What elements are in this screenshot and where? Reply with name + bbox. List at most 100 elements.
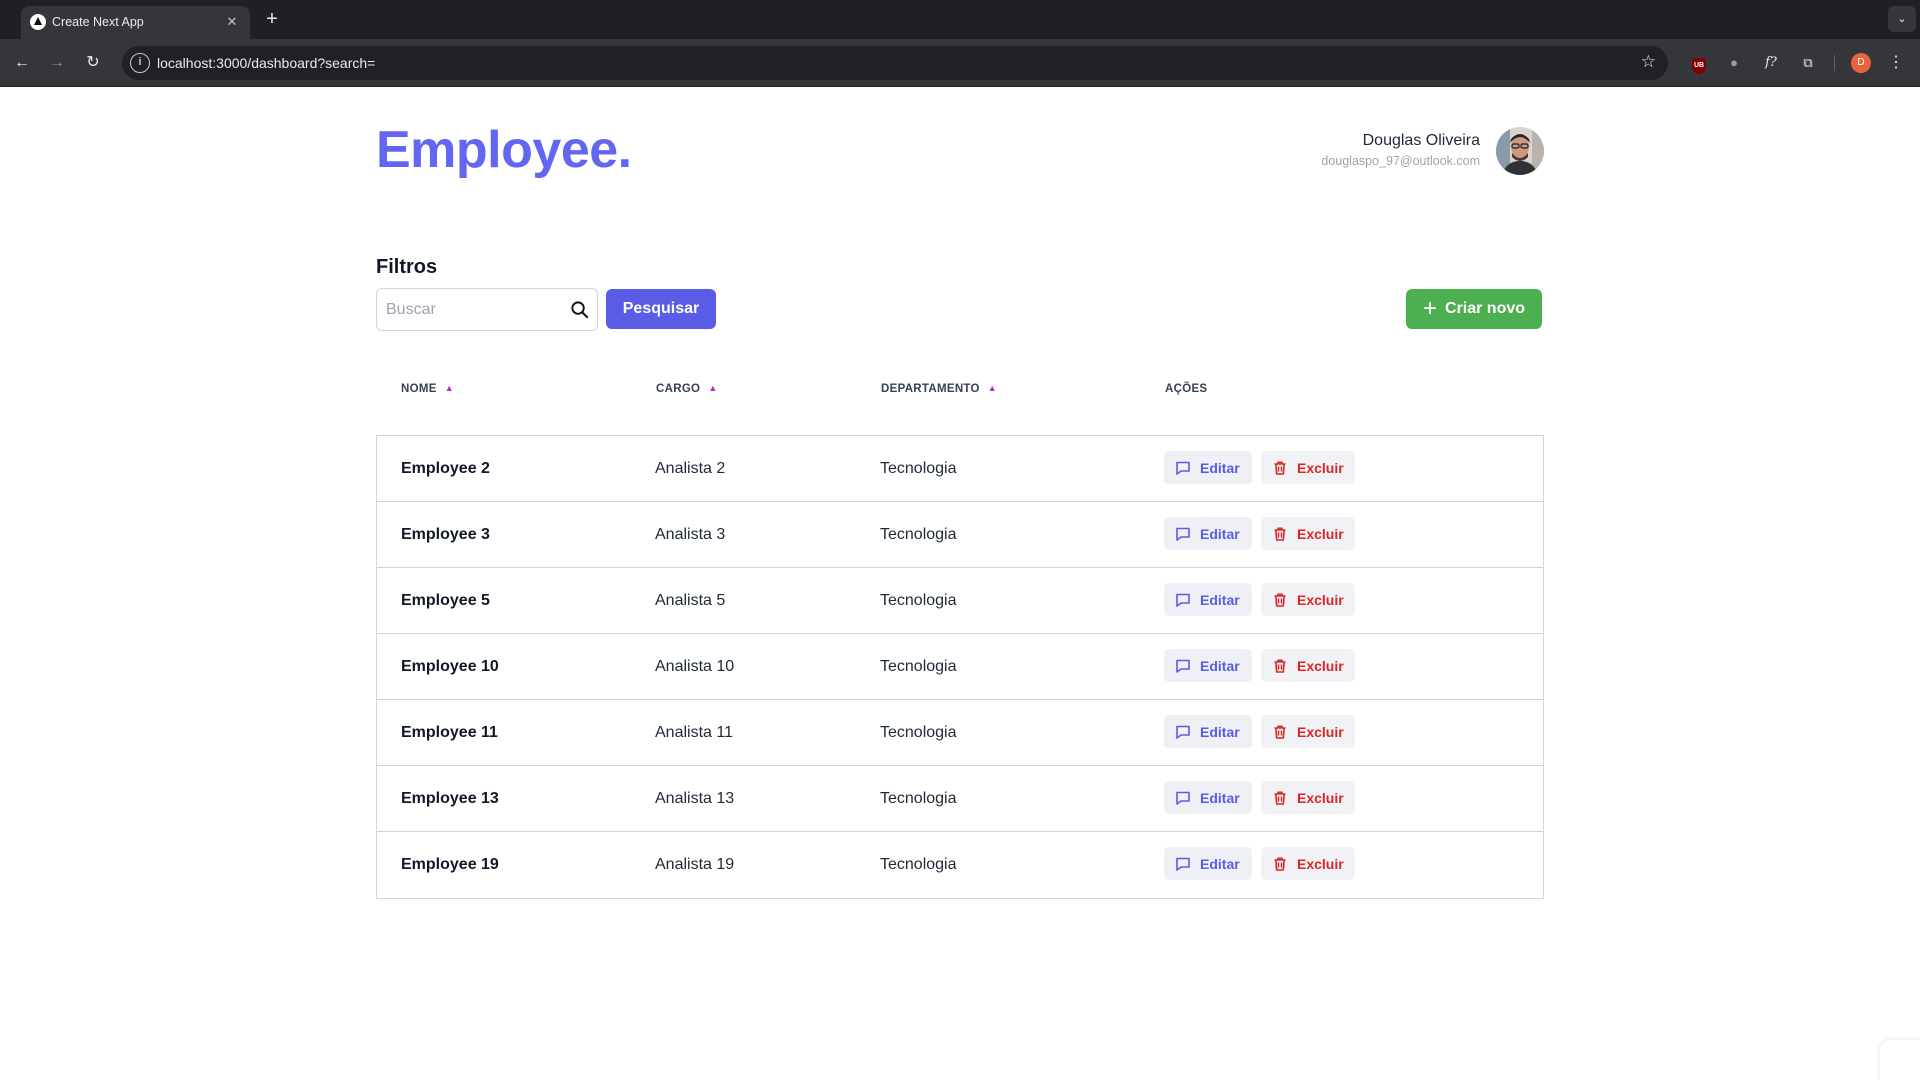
fx-extension-icon[interactable]: f? bbox=[1760, 52, 1782, 74]
toolbar-divider bbox=[1834, 55, 1835, 71]
delete-button[interactable]: Excluir bbox=[1261, 649, 1355, 682]
message-square-icon bbox=[1176, 461, 1190, 475]
forward-arrow-icon[interactable]: → bbox=[46, 52, 68, 74]
employee-name: Employee 13 bbox=[401, 790, 499, 807]
column-header-label: DEPARTAMENTO bbox=[881, 383, 980, 395]
delete-button[interactable]: Excluir bbox=[1261, 583, 1355, 616]
employee-departamento: Tecnologia bbox=[880, 592, 957, 609]
new-tab-button[interactable]: + bbox=[262, 9, 282, 29]
employee-departamento: Tecnologia bbox=[880, 856, 957, 873]
message-square-icon bbox=[1176, 659, 1190, 673]
trash-icon bbox=[1274, 791, 1286, 805]
ublock-extension-icon[interactable]: UB bbox=[1688, 52, 1710, 74]
browser-tab-bar: Create Next App ✕ + ⌄ bbox=[0, 0, 1920, 39]
tab-search-menu-button[interactable]: ⌄ bbox=[1888, 6, 1916, 32]
edit-button[interactable]: Editar bbox=[1164, 451, 1252, 484]
search-input[interactable] bbox=[386, 299, 566, 321]
table-row: Employee 13 Analista 13 Tecnologia Edita… bbox=[377, 766, 1543, 832]
column-header-cargo[interactable]: CARGO ▲ bbox=[656, 383, 718, 395]
search-field[interactable] bbox=[376, 288, 598, 331]
column-header-departamento[interactable]: DEPARTAMENTO ▲ bbox=[881, 383, 997, 395]
employee-name: Employee 10 bbox=[401, 658, 499, 675]
employee-departamento: Tecnologia bbox=[880, 460, 957, 477]
edit-button[interactable]: Editar bbox=[1164, 781, 1252, 814]
extensions-puzzle-icon[interactable]: ⧉ bbox=[1797, 52, 1819, 74]
edit-button[interactable]: Editar bbox=[1164, 847, 1252, 880]
edit-button[interactable]: Editar bbox=[1164, 649, 1252, 682]
table-header: NOME ▲ CARGO ▲ DEPARTAMENTO ▲ AÇÕES bbox=[376, 383, 1544, 401]
back-arrow-icon[interactable]: ← bbox=[11, 52, 33, 74]
chevron-up-icon[interactable]: ▲ bbox=[708, 383, 717, 393]
user-profile: Douglas Oliveira douglaspo_97@outlook.co… bbox=[1244, 127, 1544, 177]
search-button[interactable]: Pesquisar bbox=[606, 289, 716, 329]
reload-icon[interactable]: ↻ bbox=[82, 52, 104, 74]
nextjs-favicon-icon bbox=[30, 14, 46, 30]
edit-label: Editar bbox=[1200, 657, 1240, 674]
tab-title: Create Next App bbox=[52, 15, 144, 29]
employee-departamento: Tecnologia bbox=[880, 658, 957, 675]
delete-button[interactable]: Excluir bbox=[1261, 451, 1355, 484]
trash-icon bbox=[1274, 659, 1286, 673]
delete-button[interactable]: Excluir bbox=[1261, 847, 1355, 880]
table-row: Employee 19 Analista 19 Tecnologia Edita… bbox=[377, 832, 1543, 898]
employee-cargo: Analista 19 bbox=[655, 856, 735, 873]
employee-cargo: Analista 13 bbox=[655, 790, 735, 807]
delete-button[interactable]: Excluir bbox=[1261, 517, 1355, 550]
search-icon[interactable] bbox=[570, 300, 589, 319]
delete-label: Excluir bbox=[1297, 525, 1344, 542]
table-row: Employee 10 Analista 10 Tecnologia Edita… bbox=[377, 634, 1543, 700]
edit-label: Editar bbox=[1200, 591, 1240, 608]
column-header-label: NOME bbox=[401, 383, 437, 395]
edit-label: Editar bbox=[1200, 723, 1240, 740]
employee-departamento: Tecnologia bbox=[880, 790, 957, 807]
user-info: Douglas Oliveira douglaspo_97@outlook.co… bbox=[1321, 132, 1480, 168]
trash-icon bbox=[1274, 461, 1286, 475]
message-square-icon bbox=[1176, 857, 1190, 871]
employee-cargo: Analista 5 bbox=[655, 592, 726, 609]
brand-logo: Employee. bbox=[376, 121, 632, 179]
edit-button[interactable]: Editar bbox=[1164, 517, 1252, 550]
create-new-button[interactable]: + Criar novo bbox=[1406, 289, 1542, 329]
url-text[interactable]: localhost:3000/dashboard?search= bbox=[157, 55, 375, 71]
browser-toolbar: ← → ↻ i localhost:3000/dashboard?search=… bbox=[0, 39, 1920, 87]
edit-label: Editar bbox=[1200, 525, 1240, 542]
profile-avatar[interactable]: D bbox=[1851, 53, 1871, 73]
delete-label: Excluir bbox=[1297, 591, 1344, 608]
table-row: Employee 5 Analista 5 Tecnologia Editar … bbox=[377, 568, 1543, 634]
trash-icon bbox=[1274, 593, 1286, 607]
delete-button[interactable]: Excluir bbox=[1261, 715, 1355, 748]
employee-name: Employee 19 bbox=[401, 856, 499, 873]
delete-label: Excluir bbox=[1297, 723, 1344, 740]
employee-cargo: Analista 2 bbox=[655, 460, 726, 477]
employee-name: Employee 11 bbox=[401, 724, 498, 741]
browser-tab[interactable]: Create Next App ✕ bbox=[21, 6, 250, 39]
employee-departamento: Tecnologia bbox=[880, 724, 957, 741]
table-row: Employee 2 Analista 2 Tecnologia Editar … bbox=[377, 436, 1543, 502]
table-row: Employee 3 Analista 3 Tecnologia Editar … bbox=[377, 502, 1543, 568]
bulb-extension-icon[interactable]: ● bbox=[1723, 52, 1745, 74]
employee-cargo: Analista 3 bbox=[655, 526, 726, 543]
floating-widget[interactable] bbox=[1880, 1040, 1920, 1080]
delete-label: Excluir bbox=[1297, 789, 1344, 806]
browser-menu-icon[interactable]: ⋮ bbox=[1888, 52, 1904, 74]
column-header-nome[interactable]: NOME ▲ bbox=[401, 383, 454, 395]
employee-name: Employee 5 bbox=[401, 592, 490, 609]
user-email: douglaspo_97@outlook.com bbox=[1321, 154, 1480, 168]
chevron-up-icon[interactable]: ▲ bbox=[988, 383, 997, 393]
tab-close-icon[interactable]: ✕ bbox=[223, 13, 241, 31]
column-header-label: CARGO bbox=[656, 383, 701, 395]
address-bar[interactable]: i localhost:3000/dashboard?search= ☆ bbox=[122, 46, 1668, 80]
bookmark-star-icon[interactable]: ☆ bbox=[1641, 52, 1656, 72]
trash-icon bbox=[1274, 725, 1286, 739]
edit-label: Editar bbox=[1200, 855, 1240, 872]
employee-cargo: Analista 10 bbox=[655, 658, 735, 675]
chevron-up-icon[interactable]: ▲ bbox=[445, 383, 454, 393]
edit-label: Editar bbox=[1200, 459, 1240, 476]
message-square-icon bbox=[1176, 725, 1190, 739]
employee-name: Employee 3 bbox=[401, 526, 490, 543]
edit-button[interactable]: Editar bbox=[1164, 715, 1252, 748]
site-info-icon[interactable]: i bbox=[130, 53, 150, 73]
edit-button[interactable]: Editar bbox=[1164, 583, 1252, 616]
delete-button[interactable]: Excluir bbox=[1261, 781, 1355, 814]
delete-label: Excluir bbox=[1297, 855, 1344, 872]
